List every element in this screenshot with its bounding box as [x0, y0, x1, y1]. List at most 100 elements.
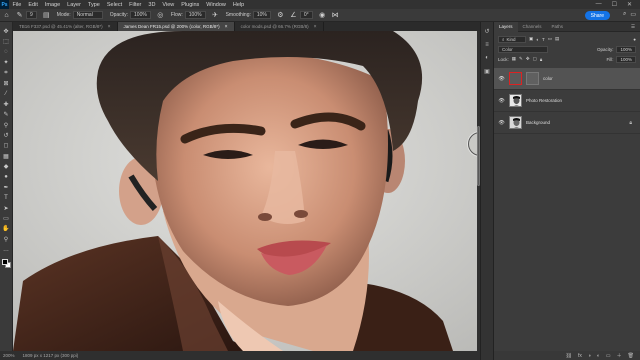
workspace-icon[interactable]: ▭	[630, 11, 636, 18]
brush-icon[interactable]: ✎	[2, 111, 10, 118]
pen-icon[interactable]: ✒	[2, 184, 10, 191]
rectangle-icon[interactable]: ▭	[2, 215, 10, 222]
frame-icon[interactable]: ⊠	[2, 80, 10, 87]
close-icon[interactable]: ×	[314, 24, 317, 30]
zoom-icon[interactable]: ⚲	[2, 236, 10, 243]
menu-window[interactable]: Window	[203, 2, 230, 8]
angle-field[interactable]: 0°	[299, 11, 313, 19]
hand-icon[interactable]: ✋	[2, 225, 10, 232]
menu-plugins[interactable]: Plugins	[178, 2, 203, 8]
crop-icon[interactable]: ⌗	[2, 70, 10, 77]
menu-3d[interactable]: 3D	[145, 2, 159, 8]
lasso-icon[interactable]: ◌	[2, 49, 10, 56]
pressure-opacity-icon[interactable]: ◎	[156, 11, 165, 20]
home-icon[interactable]: ⌂	[2, 11, 11, 20]
dodge-icon[interactable]: ●	[2, 173, 10, 180]
layer-background[interactable]: 👁︎ Background 🔒︎	[494, 112, 640, 134]
color-swatches[interactable]	[1, 258, 11, 268]
eyedropper-icon[interactable]: ⁄	[2, 90, 10, 97]
path-select-icon[interactable]: ➤	[2, 205, 10, 212]
fill-field[interactable]: 100%	[616, 55, 636, 63]
layer-thumbnail[interactable]	[509, 72, 522, 85]
canvas-area[interactable]	[13, 31, 480, 351]
visibility-eye-icon[interactable]: 👁︎	[498, 120, 505, 126]
eraser-icon[interactable]: ◻	[2, 142, 10, 149]
opacity-field[interactable]: 100%	[130, 11, 151, 19]
lock-paint-icon[interactable]: ✎	[519, 56, 523, 62]
pressure-size-icon[interactable]: ◉	[318, 11, 327, 20]
zoom-level[interactable]: 200%	[3, 353, 15, 358]
menu-help[interactable]: Help	[229, 2, 247, 8]
filter-pixel-icon[interactable]: ▣	[529, 36, 533, 42]
delete-layer-icon[interactable]: 🗑︎	[628, 353, 634, 359]
add-mask-icon[interactable]: ◑	[588, 353, 591, 359]
layer-name[interactable]: color	[543, 76, 553, 81]
document-canvas[interactable]	[13, 31, 479, 351]
menu-type[interactable]: Type	[84, 2, 103, 8]
lock-all-icon[interactable]: 🔒︎	[540, 57, 542, 62]
layer-opacity-field[interactable]: 100%	[616, 45, 636, 53]
brush-size-picker[interactable]: 9	[26, 11, 37, 19]
menu-filter[interactable]: Filter	[126, 2, 145, 8]
mode-dropdown[interactable]: Normal	[72, 11, 103, 19]
layer-color[interactable]: 👁︎ color	[494, 68, 640, 90]
move-icon[interactable]: ✥	[2, 28, 10, 35]
layer-thumbnail[interactable]	[509, 116, 522, 129]
visibility-eye-icon[interactable]: 👁︎	[498, 76, 505, 82]
close-icon[interactable]: ✕	[627, 1, 632, 8]
foreground-color[interactable]	[1, 258, 8, 265]
layer-name[interactable]: Background	[526, 120, 550, 125]
new-adjustment-icon[interactable]: ◐	[597, 353, 600, 359]
close-icon[interactable]: ×	[225, 24, 228, 30]
flow-field[interactable]: 100%	[184, 11, 206, 19]
gradient-icon[interactable]: ▦	[2, 153, 10, 160]
airbrush-icon[interactable]: ✈	[211, 11, 220, 20]
menu-file[interactable]: File	[9, 2, 25, 8]
libraries-icon[interactable]: ▣	[484, 68, 490, 75]
blur-icon[interactable]: ◆	[2, 163, 10, 170]
symmetry-icon[interactable]: ⋈	[331, 11, 340, 20]
tab-layers[interactable]: Layers	[494, 21, 518, 32]
properties-icon[interactable]: ≡	[485, 42, 489, 48]
tab-channels[interactable]: Channels	[518, 22, 547, 32]
smoothing-settings-icon[interactable]: ⚙	[276, 11, 285, 20]
tab-document-3[interactable]: color mods.psd @ 66.7% (RGB/8) ×	[235, 22, 324, 31]
brush-preset-icon[interactable]: ✎	[15, 11, 24, 20]
layer-name[interactable]: Photo Restoration	[526, 98, 562, 103]
visibility-eye-icon[interactable]: 👁︎	[498, 98, 505, 104]
photoshop-logo[interactable]: Ps	[0, 0, 9, 9]
smoothing-field[interactable]: 10%	[252, 11, 271, 19]
menu-image[interactable]: Image	[41, 2, 63, 8]
filter-shape-icon[interactable]: ▭	[548, 36, 552, 42]
panel-menu-icon[interactable]: ☰	[631, 24, 635, 30]
menu-select[interactable]: Select	[103, 2, 125, 8]
clone-stamp-icon[interactable]: ⚲	[2, 122, 10, 129]
menu-layer[interactable]: Layer	[64, 2, 85, 8]
minimize-icon[interactable]: —	[596, 1, 602, 8]
filter-smart-icon[interactable]: ▤	[555, 36, 559, 42]
menu-edit[interactable]: Edit	[25, 2, 41, 8]
tab-paths[interactable]: Paths	[547, 22, 569, 32]
lock-artboard-icon[interactable]: ▢	[533, 56, 537, 62]
link-layers-icon[interactable]: ⛓	[566, 353, 572, 359]
layer-mask-thumbnail[interactable]	[526, 72, 539, 85]
filter-toggle-icon[interactable]: ●	[633, 37, 636, 42]
layer-thumbnail[interactable]	[509, 94, 522, 107]
share-button[interactable]: Share	[584, 11, 610, 20]
maximize-icon[interactable]: ☐	[612, 1, 617, 8]
type-icon[interactable]: T	[2, 194, 10, 201]
lock-position-icon[interactable]: ✥	[526, 56, 530, 62]
layer-photo-restoration[interactable]: 👁︎ Photo Restoration	[494, 90, 640, 112]
adjustments-icon[interactable]: ◐	[485, 55, 489, 61]
angle-icon[interactable]: ∠	[289, 11, 298, 20]
filter-kind-dropdown[interactable]: ⌕ Kind	[498, 35, 526, 43]
history-brush-icon[interactable]: ↺	[2, 132, 10, 139]
close-icon[interactable]: ×	[108, 24, 111, 30]
history-icon[interactable]: ↺	[484, 28, 489, 35]
fx-icon[interactable]: fx	[578, 353, 582, 359]
filter-adjustment-icon[interactable]: ◐	[536, 37, 539, 42]
filter-type-icon[interactable]: T	[542, 37, 545, 42]
lock-pixels-icon[interactable]: ▦	[512, 56, 516, 62]
magic-wand-icon[interactable]: ✦	[2, 59, 10, 66]
tab-document-2[interactable]: James Dean FR15.psd @ 200% (color, RGB/8…	[117, 22, 235, 31]
